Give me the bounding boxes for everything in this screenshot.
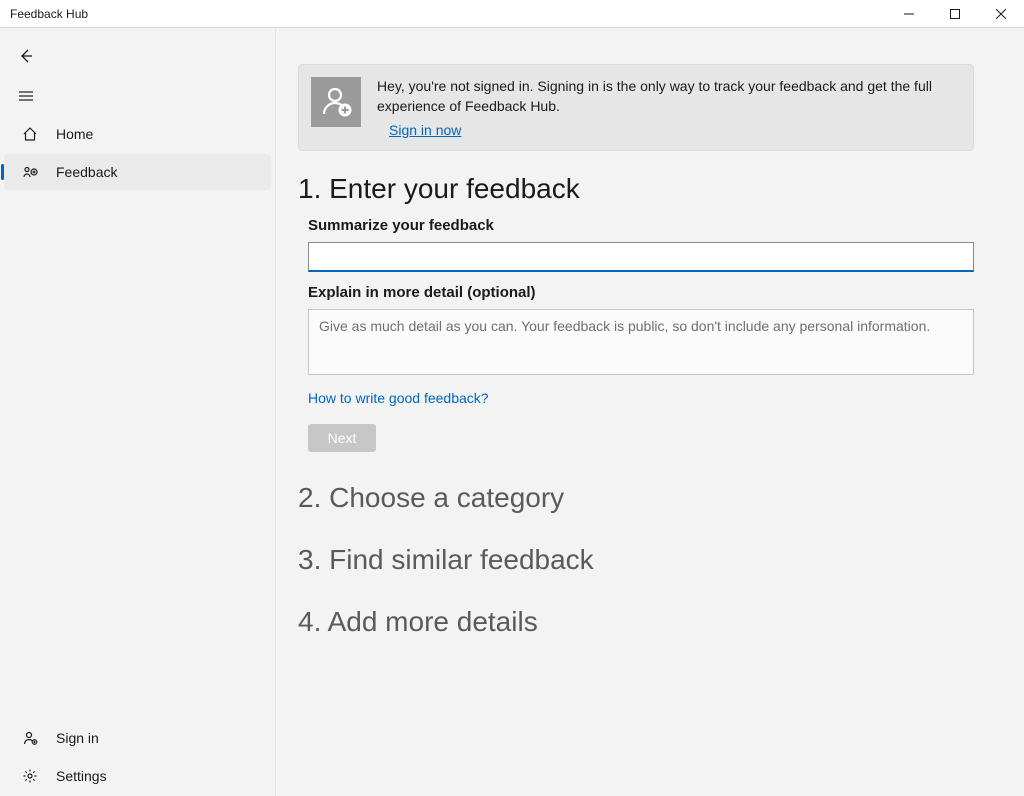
home-icon: [22, 126, 38, 142]
window-title: Feedback Hub: [0, 7, 88, 21]
banner-person-add-icon: [311, 77, 361, 127]
step-2-heading: 2. Choose a category: [298, 482, 974, 514]
sidebar-item-label: Home: [56, 126, 93, 142]
back-arrow-icon: [18, 48, 34, 64]
person-icon: [22, 730, 38, 746]
sidebar-item-home[interactable]: Home: [4, 116, 271, 152]
minimize-button[interactable]: [886, 0, 932, 28]
gear-icon: [22, 768, 38, 784]
hamburger-icon: [18, 88, 34, 104]
sidebar-item-settings[interactable]: Settings: [4, 758, 271, 794]
back-button[interactable]: [4, 36, 44, 76]
sidebar-spacer: [0, 192, 275, 720]
app-body: Home Feedback Sign in Settings: [0, 28, 1024, 796]
step-3-heading: 3. Find similar feedback: [298, 544, 974, 576]
detail-input[interactable]: [308, 309, 974, 375]
signin-banner: Hey, you're not signed in. Signing in is…: [298, 64, 974, 151]
close-button[interactable]: [978, 0, 1024, 28]
next-button[interactable]: Next: [308, 424, 376, 452]
help-link[interactable]: How to write good feedback?: [308, 390, 489, 406]
detail-label: Explain in more detail (optional): [308, 284, 974, 301]
sidebar-item-signin[interactable]: Sign in: [4, 720, 271, 756]
nav-toggle-button[interactable]: [4, 76, 44, 116]
sidebar-item-label: Sign in: [56, 730, 99, 746]
close-icon: [996, 9, 1006, 19]
step-4-heading: 4. Add more details: [298, 606, 974, 638]
maximize-icon: [950, 9, 960, 19]
sidebar-item-feedback[interactable]: Feedback: [4, 154, 271, 190]
summary-label: Summarize your feedback: [308, 217, 974, 234]
banner-message: Hey, you're not signed in. Signing in is…: [377, 77, 957, 116]
sidebar: Home Feedback Sign in Settings: [0, 28, 276, 796]
banner-body: Hey, you're not signed in. Signing in is…: [377, 77, 957, 138]
step-1-heading: 1. Enter your feedback: [298, 173, 974, 205]
sidebar-item-label: Settings: [56, 768, 107, 784]
sidebar-item-label: Feedback: [56, 164, 117, 180]
maximize-button[interactable]: [932, 0, 978, 28]
minimize-icon: [904, 9, 914, 19]
signin-link[interactable]: Sign in now: [377, 122, 461, 138]
feedback-icon: [22, 164, 38, 180]
titlebar: Feedback Hub: [0, 0, 1024, 28]
summary-input[interactable]: [308, 242, 974, 272]
main-content: Hey, you're not signed in. Signing in is…: [276, 28, 1024, 796]
feedback-form: Summarize your feedback Explain in more …: [298, 217, 974, 452]
